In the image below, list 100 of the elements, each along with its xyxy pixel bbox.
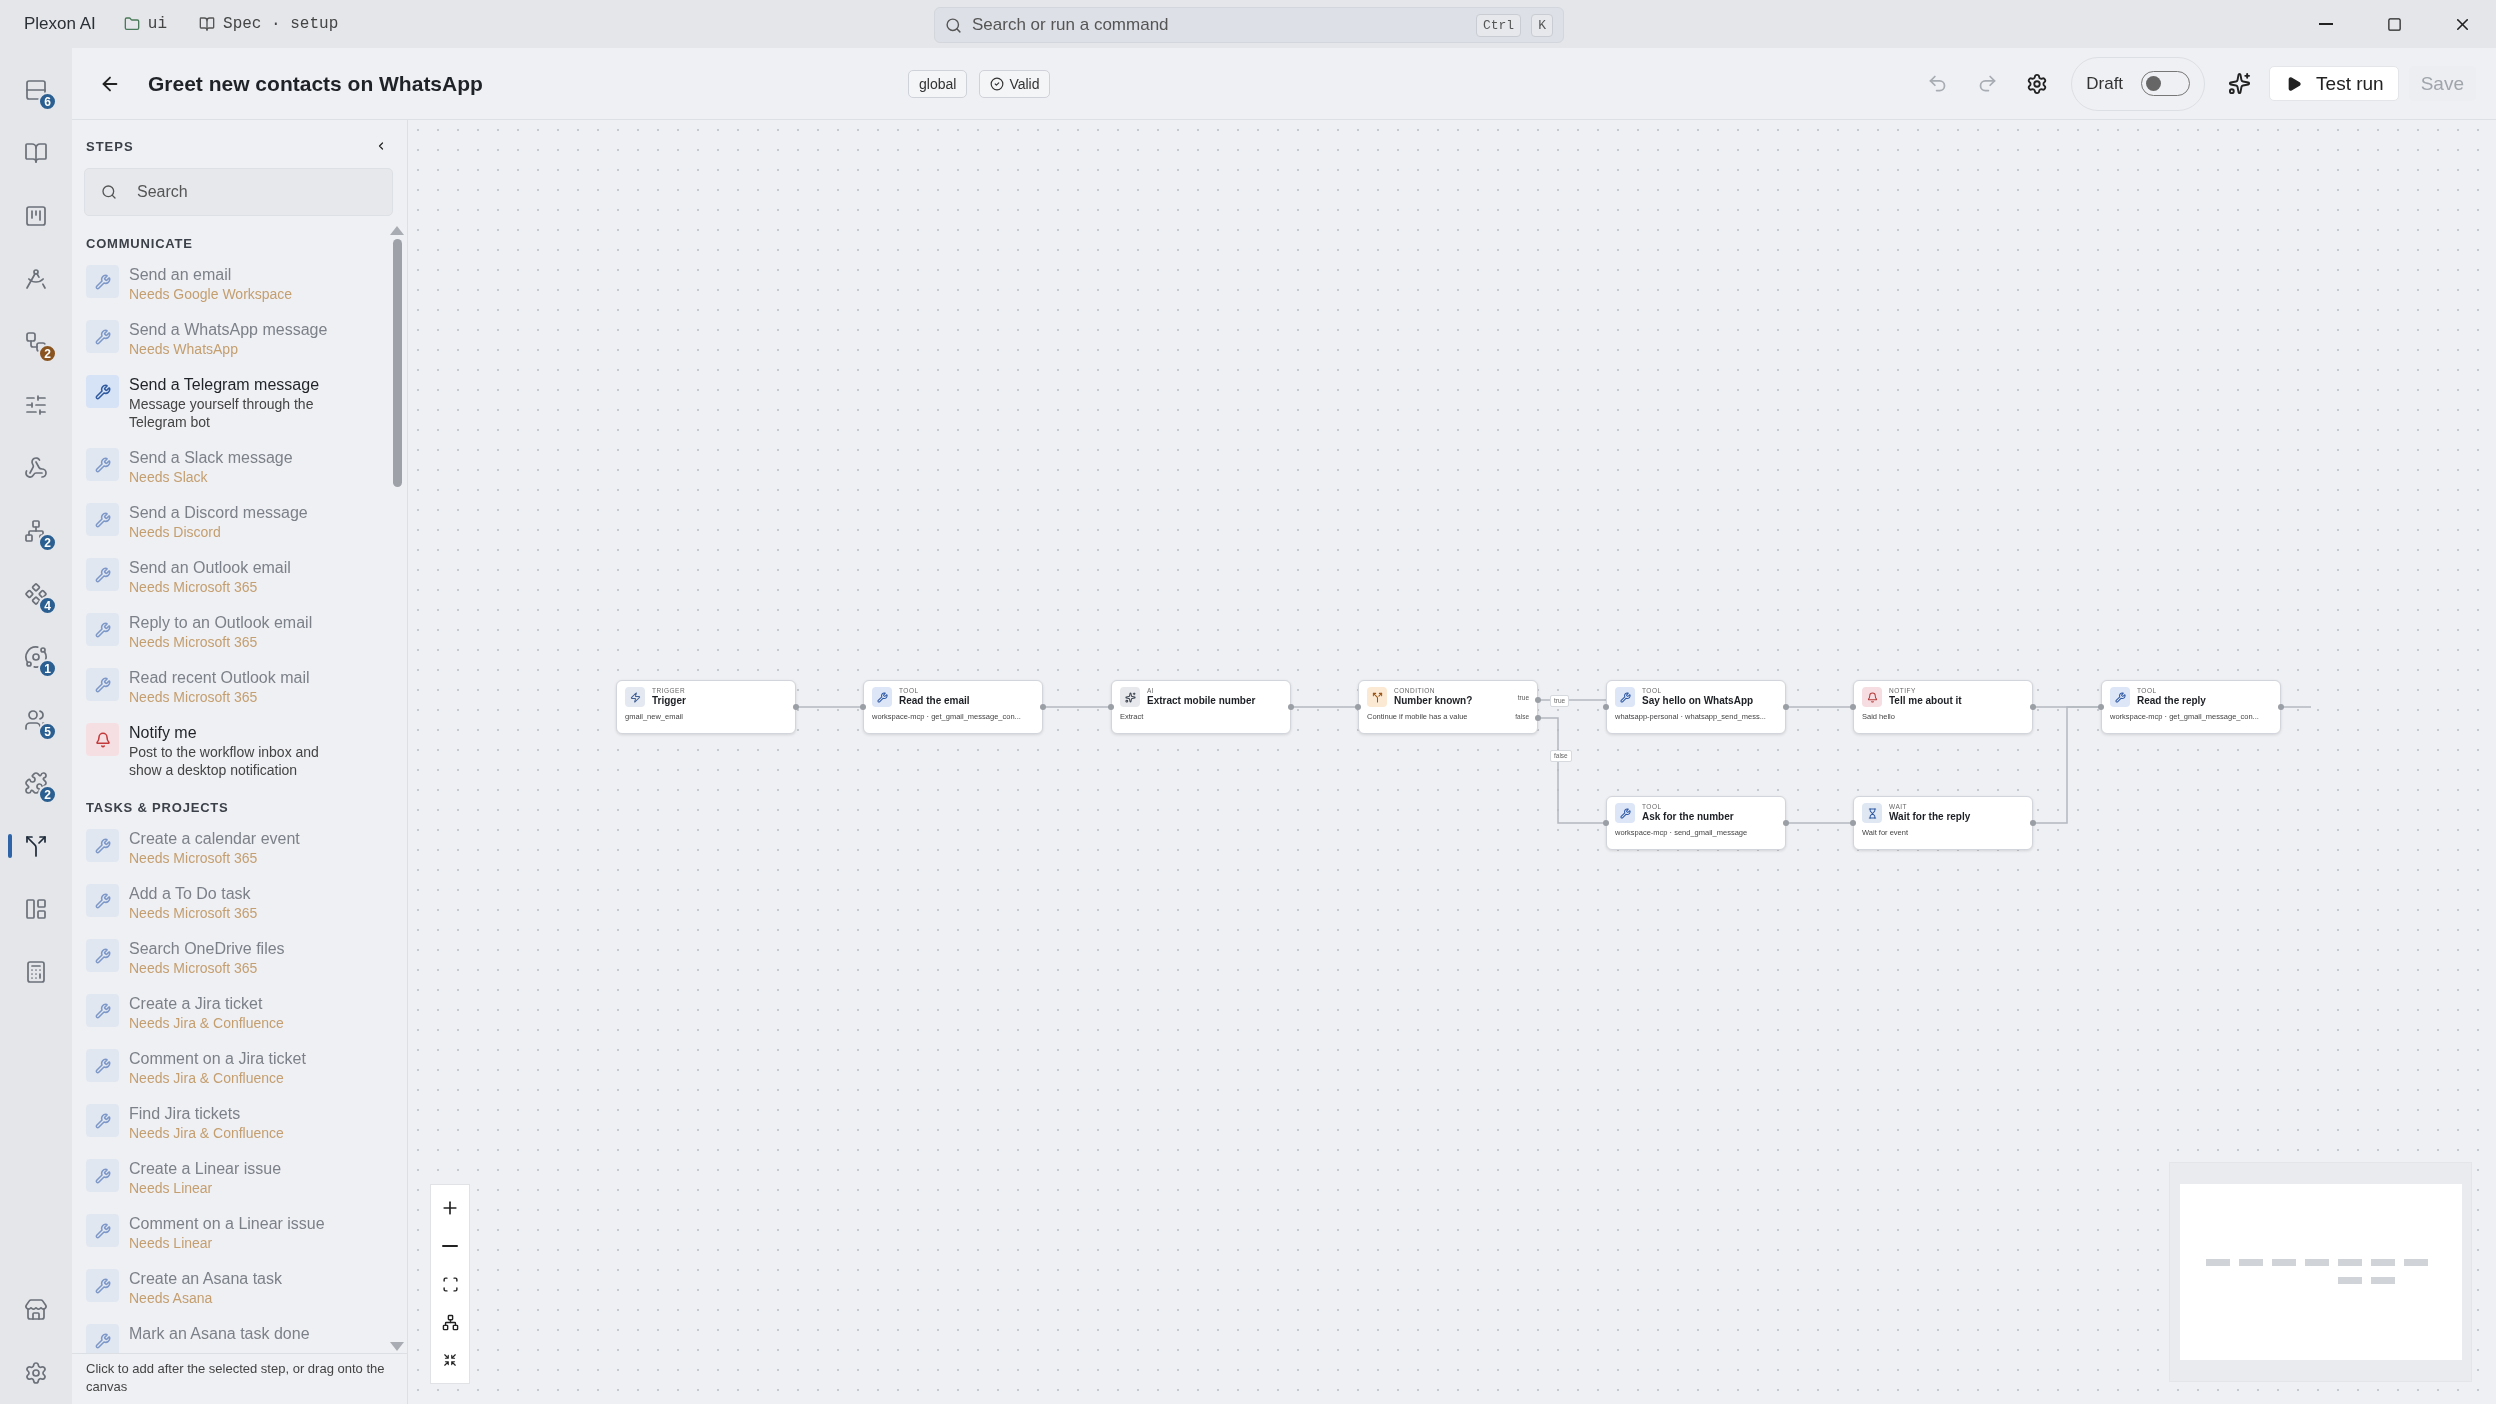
- folder-crumb[interactable]: ui: [123, 15, 168, 33]
- step-item[interactable]: Mark an Asana task done: [84, 1316, 387, 1353]
- step-item[interactable]: Comment on a Linear issue Needs Linear: [84, 1206, 387, 1261]
- node-title: Trigger: [652, 695, 686, 707]
- stack-nav-button[interactable]: 6: [0, 58, 72, 121]
- connection-handle[interactable]: [2030, 704, 2036, 710]
- step-item[interactable]: Send an Outlook email Needs Microsoft 365: [84, 550, 387, 605]
- step-search-field[interactable]: Search: [84, 168, 393, 216]
- step-subtitle: Needs Microsoft 365: [129, 633, 259, 651]
- step-item[interactable]: Create a Jira ticket Needs Jira & Confluence: [84, 986, 387, 1041]
- circles-nav-button[interactable]: 1: [0, 625, 72, 688]
- count-badge: 1: [38, 659, 57, 678]
- fit-view-icon: [441, 1275, 459, 1293]
- minus-icon: [442, 1245, 458, 1247]
- status-text: Valid: [1009, 75, 1040, 92]
- wrench-icon: [86, 320, 119, 353]
- step-item[interactable]: Create a Linear issue Needs Linear: [84, 1151, 387, 1206]
- workflow-title: Greet new contacts on WhatsApp: [148, 71, 484, 96]
- step-title: Mark an Asana task done: [129, 1324, 310, 1344]
- step-subtitle: Needs Microsoft 365: [129, 688, 259, 706]
- connection-handle[interactable]: [1603, 820, 1609, 826]
- step-item[interactable]: Send an email Needs Google Workspace: [84, 257, 387, 312]
- wrench-icon: [86, 884, 119, 917]
- panel-hint: Click to add after the selected step, or drag onto the canvas: [72, 1353, 407, 1404]
- step-title: Send an Outlook email: [129, 558, 291, 578]
- settings-icon: [2026, 72, 2049, 95]
- step-item[interactable]: Create a calendar event Needs Microsoft 365: [84, 821, 387, 876]
- users-nav-button[interactable]: 5: [0, 688, 72, 751]
- step-item[interactable]: Create an Asana task Needs Asana: [84, 1261, 387, 1316]
- step-title: Send a Discord message: [129, 503, 308, 523]
- step-item[interactable]: Comment on a Jira ticket Needs Jira & Confluence: [84, 1041, 387, 1096]
- step-title: Find Jira tickets: [129, 1104, 242, 1124]
- connection-handle[interactable]: [1850, 820, 1856, 826]
- test-run-button[interactable]: Test run: [2269, 66, 2399, 101]
- step-item[interactable]: Find Jira tickets Needs Jira & Confluence: [84, 1096, 387, 1151]
- step-title: Create an Asana task: [129, 1269, 282, 1289]
- step-title: Reply to an Outlook email: [129, 613, 313, 633]
- command-search-field[interactable]: Search or run a command Ctrl K: [934, 7, 1564, 43]
- connection-handle[interactable]: [793, 704, 799, 710]
- wrench-icon: [872, 687, 892, 707]
- connection-handle[interactable]: [1040, 704, 1046, 710]
- step-item[interactable]: Send a Discord message Needs Discord: [84, 495, 387, 550]
- connection-handle[interactable]: [860, 704, 866, 710]
- wrench-icon: [86, 265, 119, 298]
- step-item[interactable]: Send a Slack message Needs Slack: [84, 440, 387, 495]
- puzzle-nav-button[interactable]: 2: [0, 751, 72, 814]
- wrench-icon: [86, 1324, 119, 1353]
- count-badge: 5: [38, 722, 57, 741]
- connection-handle[interactable]: [2030, 820, 2036, 826]
- node-title: Say hello on WhatsApp: [1642, 695, 1754, 707]
- step-subtitle: Needs Jira & Confluence: [129, 1124, 284, 1142]
- step-title: Comment on a Jira ticket: [129, 1049, 306, 1069]
- connection-handle[interactable]: [1783, 820, 1789, 826]
- wrench-icon: [1615, 803, 1635, 823]
- connection-handle[interactable]: [1355, 704, 1361, 710]
- workflow-nav-button[interactable]: 2: [0, 310, 72, 373]
- step-title: Read recent Outlook mail: [129, 668, 310, 688]
- wrench-icon: [1615, 687, 1635, 707]
- connection-handle[interactable]: [1850, 704, 1856, 710]
- spec-crumb[interactable]: Spec · setup: [199, 15, 339, 33]
- search-icon: [101, 184, 117, 200]
- node-title: Read the email: [899, 695, 970, 707]
- shrink-icon: [443, 1353, 457, 1367]
- check-icon: [990, 76, 1005, 91]
- step-subtitle: Needs Discord: [129, 523, 222, 541]
- connection-handle[interactable]: [1783, 704, 1789, 710]
- wrench-icon: [86, 558, 119, 591]
- wrench-icon: [86, 1214, 119, 1247]
- sliders-icon: [24, 392, 48, 417]
- wrench-icon: [86, 1049, 119, 1082]
- search-icon: [945, 16, 962, 34]
- step-subtitle: Needs Microsoft 365: [129, 578, 259, 596]
- step-item[interactable]: Notify me Post to the workflow inbox and show a desktop notification: [84, 715, 387, 788]
- step-item[interactable]: Add a To Do task Needs Microsoft 365: [84, 876, 387, 931]
- step-item[interactable]: Send a WhatsApp message Needs WhatsApp: [84, 312, 387, 367]
- step-title: Notify me: [129, 723, 198, 743]
- connection-handle[interactable]: [1535, 697, 1541, 703]
- shortcut-key: Ctrl: [1475, 13, 1522, 37]
- app-name: Plexon AI: [24, 14, 96, 34]
- step-subtitle: Needs Jira & Confluence: [129, 1069, 285, 1087]
- settings-icon: [24, 1360, 48, 1385]
- minimap[interactable]: [2169, 1162, 2472, 1382]
- step-item[interactable]: Search OneDrive files Needs Microsoft 365: [84, 931, 387, 986]
- connection-handle[interactable]: [2098, 704, 2104, 710]
- step-item[interactable]: Read recent Outlook mail Needs Microsoft 365: [84, 660, 387, 715]
- connection-handle[interactable]: [1288, 704, 1294, 710]
- diamond-dots-nav-button[interactable]: 4: [0, 562, 72, 625]
- connection-handle[interactable]: [1535, 715, 1541, 721]
- node-title: Extract mobile number: [1147, 695, 1256, 707]
- connection-handle[interactable]: [1108, 704, 1114, 710]
- step-title: Create a Jira ticket: [129, 994, 264, 1014]
- board-icon: [24, 203, 48, 228]
- node-title: Wait for the reply: [1889, 811, 1971, 823]
- connection-handle[interactable]: [2278, 704, 2284, 710]
- wrench-icon: [86, 939, 119, 972]
- step-item[interactable]: Reply to an Outlook email Needs Microsoft 365: [84, 605, 387, 660]
- network-nav-button[interactable]: 2: [0, 499, 72, 562]
- step-item[interactable]: Send a Telegram message Message yourself through the Telegram bot: [84, 367, 387, 440]
- connection-handle[interactable]: [1603, 704, 1609, 710]
- wrench-icon: [2110, 687, 2130, 707]
